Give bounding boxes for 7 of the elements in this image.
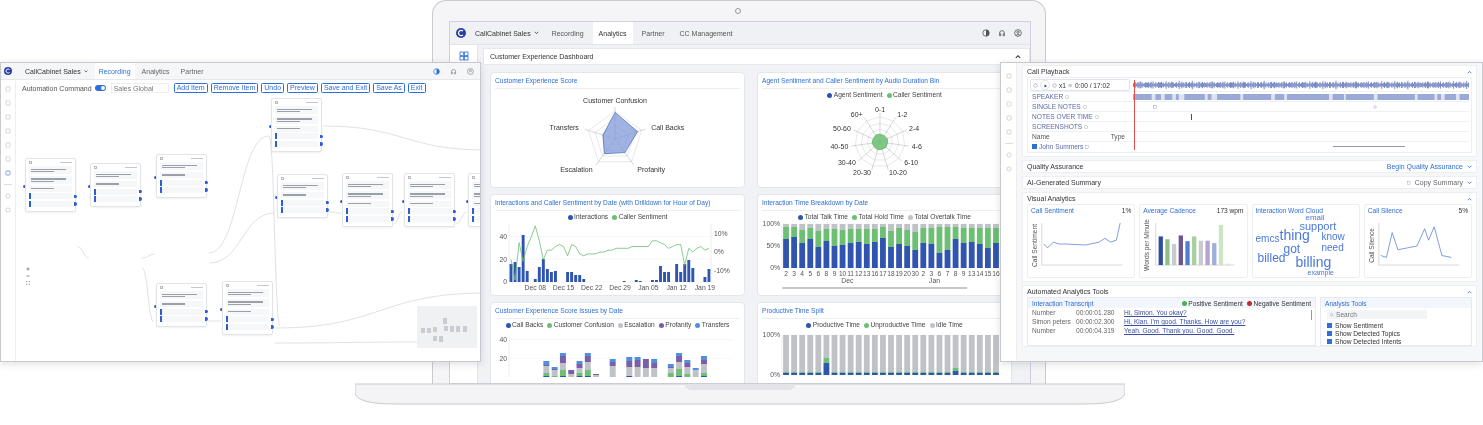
cloud-word: know bbox=[1321, 232, 1345, 242]
cloud-word: got bbox=[1283, 243, 1301, 255]
cloud-word: email bbox=[1305, 214, 1325, 222]
cloud-word: billing bbox=[1295, 255, 1332, 269]
cloud-word: need bbox=[1321, 243, 1344, 253]
cloud-word: billed bbox=[1257, 252, 1286, 264]
cloud-word: emcs bbox=[1255, 234, 1280, 244]
